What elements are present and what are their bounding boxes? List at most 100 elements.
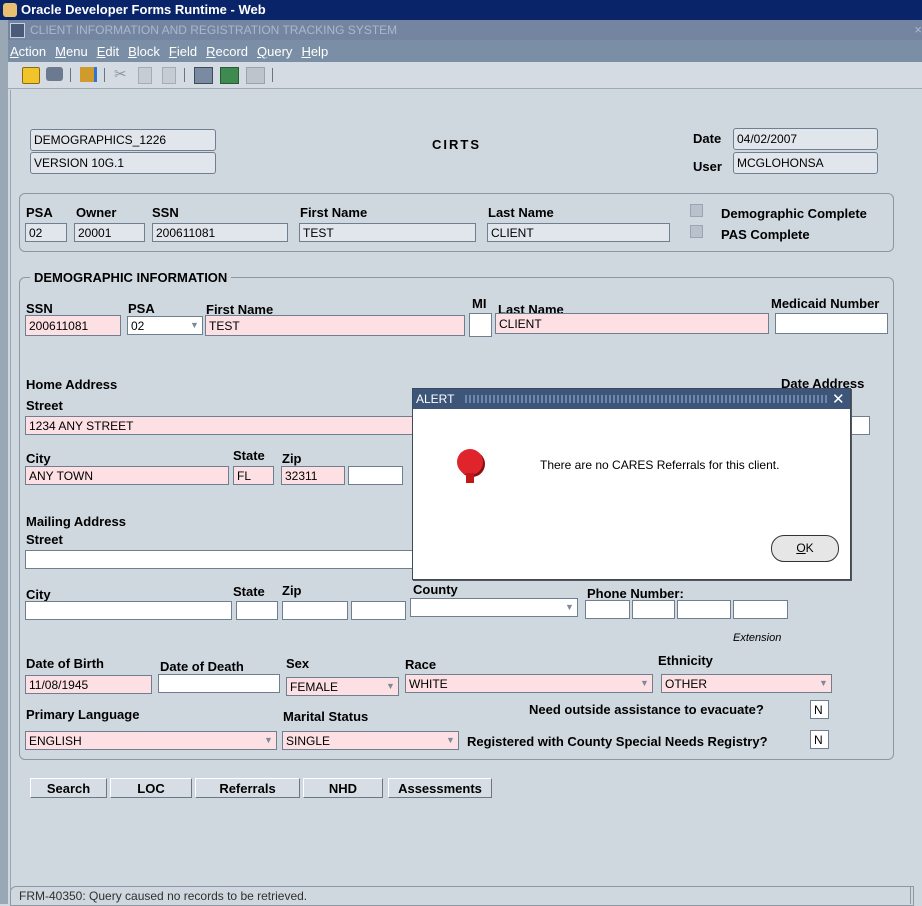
language-select[interactable]: ENGLISH ▼	[25, 731, 277, 750]
referrals-button[interactable]: Referrals	[195, 778, 300, 798]
summary-first-label: First Name	[300, 205, 368, 220]
mailing-zip-ext-field[interactable]	[351, 601, 406, 620]
alert-close-icon[interactable]: ✕	[832, 390, 845, 408]
alert-ok-button[interactable]: OK	[771, 535, 839, 562]
evacuate-field[interactable]: N	[810, 700, 829, 719]
home-address-label: Home Address	[26, 377, 118, 392]
last-name-field[interactable]: CLIENT	[495, 313, 769, 334]
summary-psa-field[interactable]: 02	[25, 223, 67, 242]
cancel-query-icon[interactable]	[246, 67, 265, 84]
marital-status-label: Marital Status	[283, 709, 369, 724]
mi-label: MI	[472, 296, 487, 311]
chevron-down-icon[interactable]: ▼	[639, 678, 650, 689]
race-select[interactable]: WHITE ▼	[405, 674, 653, 693]
user-field: MCGLOHONSA	[733, 152, 878, 174]
sex-select[interactable]: FEMALE ▼	[286, 677, 399, 696]
pas-complete-checkbox[interactable]	[690, 225, 703, 238]
alert-titlebar-pattern	[465, 395, 827, 403]
menu-query[interactable]: Query	[257, 44, 292, 59]
medicaid-label: Medicaid Number	[771, 296, 880, 311]
menu-help[interactable]: Help	[301, 44, 328, 59]
summary-first-field[interactable]: TEST	[299, 223, 476, 242]
mailing-city-label: City	[26, 587, 51, 602]
language-value: ENGLISH	[29, 734, 82, 748]
medicaid-field[interactable]	[775, 313, 888, 334]
menu-menu[interactable]: Menu	[55, 44, 88, 59]
phone-line-field[interactable]	[677, 600, 731, 619]
chevron-down-icon[interactable]: ▼	[818, 678, 829, 689]
dob-field[interactable]: 11/08/1945	[25, 675, 152, 694]
save-icon[interactable]	[22, 67, 40, 84]
menu-record[interactable]: Record	[206, 44, 248, 59]
summary-ssn-field[interactable]: 200611081	[152, 223, 288, 242]
street-field[interactable]: 1234 ANY STREET	[25, 416, 421, 435]
registry-field[interactable]: N	[810, 730, 829, 749]
zip-ext-field[interactable]	[348, 466, 403, 485]
mailing-street-label: Street	[26, 532, 63, 547]
enter-query-icon[interactable]	[194, 67, 213, 84]
marital-select[interactable]: SINGLE ▼	[282, 731, 459, 750]
date-field: 04/02/2007	[733, 128, 878, 150]
city-field[interactable]: ANY TOWN	[25, 466, 229, 485]
phone-prefix-field[interactable]	[632, 600, 675, 619]
execute-query-icon[interactable]	[220, 67, 239, 84]
assessments-button[interactable]: Assessments	[388, 778, 492, 798]
summary-last-field[interactable]: CLIENT	[487, 223, 670, 242]
menu-block[interactable]: Block	[128, 44, 160, 59]
ethnicity-select[interactable]: OTHER ▼	[661, 674, 832, 693]
menu-field[interactable]: Field	[169, 44, 197, 59]
nhd-button[interactable]: NHD	[303, 778, 383, 798]
zip-field[interactable]: 32311	[281, 466, 345, 485]
county-label: County	[413, 582, 458, 597]
first-name-field[interactable]: TEST	[205, 315, 465, 336]
mailing-city-field[interactable]	[25, 601, 232, 620]
dob-label: Date of Birth	[26, 656, 104, 671]
user-label: User	[693, 159, 722, 174]
zip-label: Zip	[282, 451, 302, 466]
mailing-address-label: Mailing Address	[26, 514, 126, 529]
exit-icon[interactable]	[80, 67, 97, 82]
psa-select[interactable]: 02 ▼	[127, 316, 203, 335]
search-button[interactable]: Search	[30, 778, 107, 798]
chevron-down-icon[interactable]: ▼	[445, 735, 456, 746]
ssn-field[interactable]: 200611081	[25, 315, 121, 336]
loc-button[interactable]: LOC	[110, 778, 192, 798]
demographic-complete-label: Demographic Complete	[721, 206, 867, 221]
mailing-zip-field[interactable]	[282, 601, 348, 620]
race-value: WHITE	[409, 677, 448, 691]
mi-field[interactable]	[469, 313, 492, 337]
phone-extension-field[interactable]	[733, 600, 788, 619]
primary-language-label: Primary Language	[26, 707, 140, 722]
alert-title: ALERT	[416, 392, 455, 406]
summary-ssn-label: SSN	[152, 205, 179, 220]
dod-field[interactable]	[158, 674, 280, 693]
cut-icon[interactable]: ✂	[114, 65, 127, 83]
mailing-street-field[interactable]	[25, 550, 421, 569]
chevron-down-icon[interactable]: ▼	[189, 320, 200, 331]
print-icon[interactable]	[46, 67, 63, 81]
paste-icon[interactable]	[162, 67, 176, 84]
window-title: Oracle Developer Forms Runtime - Web	[21, 2, 266, 17]
menu-action[interactable]: Action	[10, 44, 46, 59]
mailing-zip-label: Zip	[282, 583, 302, 598]
copy-icon[interactable]	[138, 67, 152, 84]
chevron-down-icon[interactable]: ▼	[263, 735, 274, 746]
mailing-state-field[interactable]	[236, 601, 278, 620]
phone-number-label: Phone Number:	[587, 586, 684, 601]
mailing-state-label: State	[233, 584, 265, 599]
alert-titlebar[interactable]: ALERT ✕	[413, 389, 850, 409]
alert-message: There are no CARES Referrals for this cl…	[540, 458, 780, 472]
alarm-bell-icon	[457, 449, 483, 483]
demographic-complete-checkbox[interactable]	[690, 204, 703, 217]
subwindow-titlebar: CLIENT INFORMATION AND REGISTRATION TRAC…	[8, 20, 922, 40]
subwindow-close-icon[interactable]: ×	[914, 22, 922, 37]
chevron-down-icon[interactable]: ▼	[385, 681, 396, 692]
java-cup-icon	[3, 3, 17, 17]
demographic-section-title: DEMOGRAPHIC INFORMATION	[30, 270, 232, 285]
state-field[interactable]: FL	[233, 466, 274, 485]
menu-edit[interactable]: Edit	[97, 44, 119, 59]
chevron-down-icon[interactable]: ▼	[564, 602, 575, 613]
summary-owner-field[interactable]: 20001	[74, 223, 145, 242]
phone-area-field[interactable]	[585, 600, 630, 619]
county-select[interactable]: ▼	[410, 598, 578, 617]
